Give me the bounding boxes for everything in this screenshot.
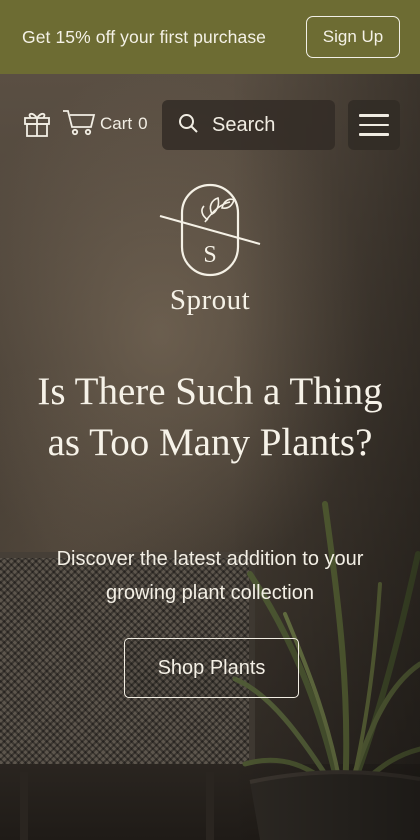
shop-plants-button[interactable]: Shop Plants	[124, 638, 299, 698]
hero-subtext: Discover the latest addition to your gro…	[56, 548, 364, 604]
search-label: Search	[212, 113, 276, 136]
promo-bar: Get 15% off your first purchase Sign Up	[0, 0, 420, 74]
cart-link[interactable]: Cart 0	[62, 108, 148, 141]
hamburger-menu-icon	[359, 114, 389, 117]
sign-up-button[interactable]: Sign Up	[306, 16, 400, 58]
search-icon	[178, 113, 198, 138]
hero-headline: Is There Such a Thing as Too Many Plants…	[37, 370, 383, 464]
search-button[interactable]: Search	[162, 100, 335, 150]
hamburger-menu-icon	[359, 123, 389, 127]
menu-button[interactable]	[348, 100, 400, 150]
nav-left-group: Cart 0	[22, 104, 148, 144]
gift-icon[interactable]	[22, 107, 52, 142]
cabinet-leg	[20, 772, 28, 840]
logo-monogram: S	[203, 242, 216, 268]
cart-icon	[62, 108, 96, 141]
brand-name: Sprout	[169, 284, 251, 316]
hamburger-menu-icon	[359, 133, 389, 136]
promo-text: Get 15% off your first purchase	[22, 26, 267, 47]
cart-label: Cart	[100, 114, 133, 133]
cabinet-leg	[206, 772, 214, 840]
cart-count: 0	[138, 114, 148, 133]
